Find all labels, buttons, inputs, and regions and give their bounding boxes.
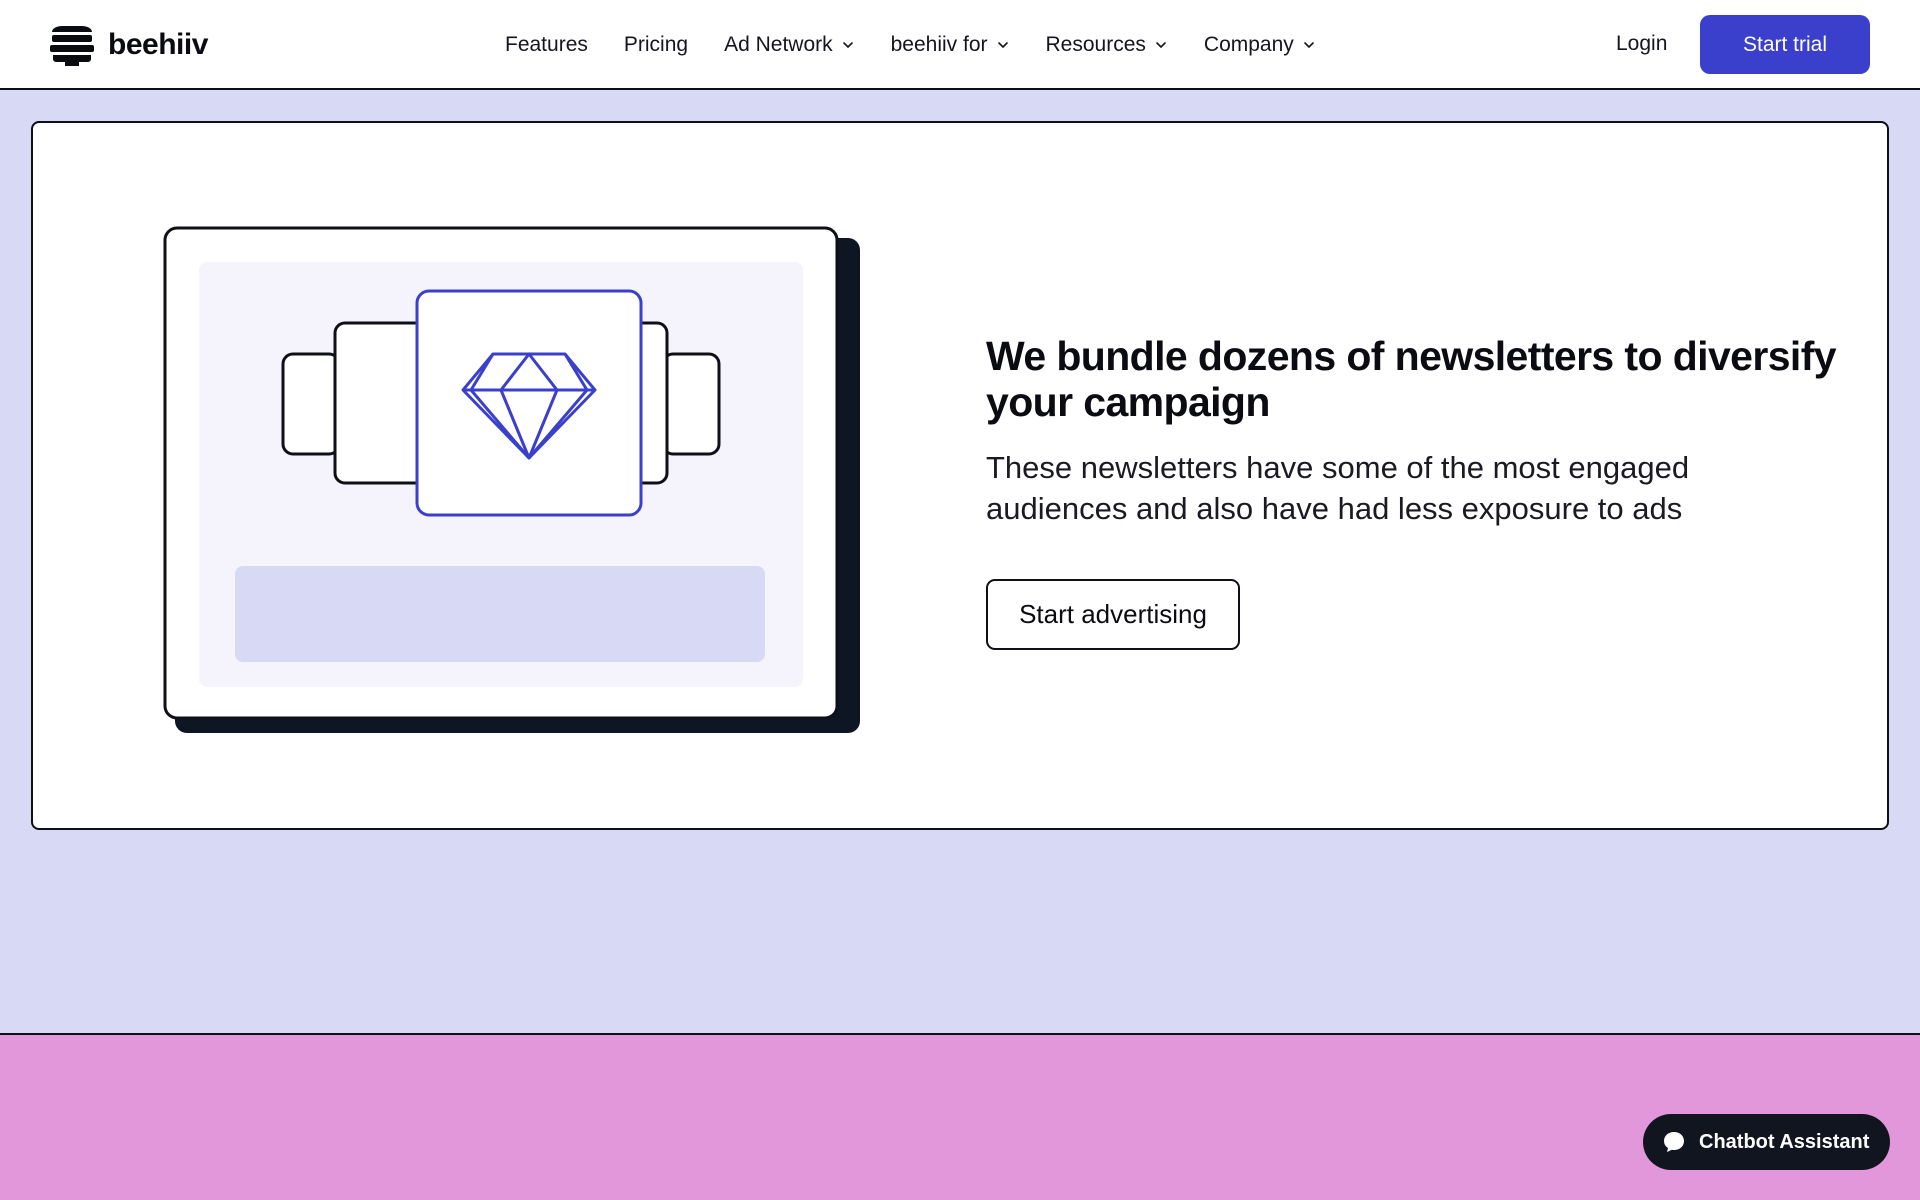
start-trial-button[interactable]: Start trial — [1700, 15, 1870, 74]
nav-item-resources[interactable]: Resources — [1046, 33, 1168, 57]
chevron-down-icon — [842, 42, 853, 48]
start-advertising-button[interactable]: Start advertising — [986, 579, 1240, 650]
chevron-down-icon — [1156, 42, 1166, 48]
beehive-icon — [50, 26, 94, 66]
chatbot-label: Chatbot Assistant — [1699, 1130, 1870, 1153]
nav-item-company[interactable]: Company — [1204, 33, 1316, 57]
chatbot-assistant-button[interactable]: Chatbot Assistant — [1643, 1114, 1890, 1170]
nav-item-beehiiv-for[interactable]: beehiiv for — [891, 33, 1010, 57]
nav-item-label: Resources — [1045, 33, 1146, 56]
feature-description: These newsletters have some of the most … — [986, 450, 1690, 526]
nav-item-label: Ad Network — [724, 33, 833, 56]
brand-name: beehiiv — [108, 28, 208, 61]
login-link[interactable]: Login — [1616, 32, 1667, 56]
nav-item-label: beehiiv for — [890, 33, 988, 56]
nav-item-pricing[interactable]: Pricing — [624, 33, 688, 57]
chat-bubble-icon — [1664, 1132, 1684, 1152]
feature-copy: We bundle dozens of newsletters to diver… — [986, 333, 1866, 650]
newsletter-bundle-illustration — [163, 226, 860, 733]
next-section — [0, 1033, 1920, 1200]
nav-item-label: Features — [505, 33, 588, 56]
chevron-down-icon — [997, 42, 1008, 48]
feature-headline: We bundle dozens of newsletters to diver… — [986, 333, 1837, 425]
top-navigation: beehiiv Features Pricing Ad Network beeh… — [0, 0, 1920, 90]
feature-card: We bundle dozens of newsletters to diver… — [31, 121, 1889, 830]
nav-item-features[interactable]: Features — [505, 33, 588, 57]
nav-item-ad-network[interactable]: Ad Network — [724, 33, 855, 57]
main-menu: Features Pricing Ad Network beehiiv for … — [505, 0, 1352, 90]
chevron-down-icon — [1303, 42, 1314, 48]
nav-item-label: Company — [1203, 33, 1294, 56]
nav-item-label: Pricing — [623, 33, 689, 56]
brand-logo[interactable]: beehiiv — [50, 22, 208, 68]
